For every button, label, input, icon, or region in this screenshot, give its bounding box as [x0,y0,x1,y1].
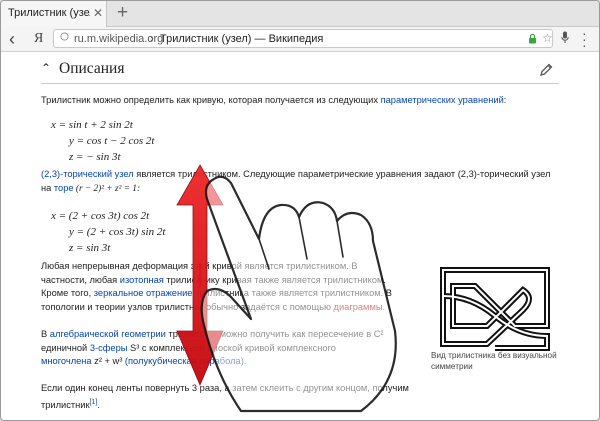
equation-y2: y = (2 + cos 3t) sin 2t [69,226,166,238]
three-sphere-link[interactable]: 3-сферы [90,343,128,353]
microphone-icon[interactable] [561,31,569,44]
semicubical-parabola-link[interactable]: (полукубическая парабола) [125,356,244,366]
new-tab-button[interactable]: + [117,2,128,24]
article-page: ⌃ Описания Трилистник можно определить к… [1,52,599,420]
equation-y1: y = cos t − 2 cos 2t [69,135,155,147]
para5-end: . [97,399,100,410]
browser-menu-icon[interactable]: · · · [582,26,587,52]
para3-line2b: трилистнику кривая также является трилис… [163,274,386,285]
pencil-edit-icon[interactable] [539,63,553,77]
para5-line1: Если один конец ленты повернуть 3 раза, … [41,383,409,393]
mirror-image-link[interactable]: зеркальное отражение [94,288,193,298]
torus-text-2: на [41,182,54,193]
url-page-title: Трилистник (узел) — Википедия [160,33,324,45]
torus-paragraph: (2,3)-торический узел является трилистни… [41,168,561,196]
para4-line2b: S³ с комплексной плоской кривой комплекс… [127,342,336,353]
para3-line4a: топологии и теории узлов трилистник обыч… [41,301,334,312]
para3-line4b: . [382,301,386,312]
ribbon-paragraph: Если один конец ленты повернуть 3 раза, … [41,382,471,412]
algebraic-geometry-link[interactable]: алгебраической геометрии [50,329,166,339]
section-divider [41,83,559,84]
isotopy-link[interactable]: изотопная [120,275,164,285]
para5-line2: трилистник [41,399,90,410]
equation-x2: x = (2 + cos 3t) cos 2t [51,210,150,222]
figure-caption: Вид трилистника без визуальной симметрии [431,351,557,371]
polynomial-link[interactable]: многочлена [41,356,92,366]
diagrams-link[interactable]: диаграммы [334,302,383,312]
torus-text: является трилистником. Следующие парамет… [133,169,551,179]
tab-bar: Трилистник (узел) — ✕ + [1,1,599,27]
bookmark-star-icon[interactable]: ☆ [542,31,553,45]
section-title[interactable]: Описания [59,60,124,78]
equation-x1: x = sin t + 2 sin 2t [51,119,133,131]
intro-paragraph: Трилистник можно определить как кривую, … [41,94,506,108]
yandex-logo[interactable]: Я [34,31,43,47]
browser-window: Трилистник (узел) — ✕ + ‹ Я ru.m.wikiped… [0,0,600,421]
para3-line1: Любая непрерывная деформация этой кривой… [41,261,358,271]
algebraic-paragraph: В алгебраической геометрии трилистник мо… [41,328,421,369]
back-button[interactable]: ‹ [9,29,15,50]
padlock-icon[interactable] [528,33,537,44]
equation-z2: z = sin 3t [69,242,111,254]
intro-end: : [503,95,507,105]
torus-link[interactable]: торе [54,183,74,193]
intro-text: Трилистник можно определить как кривую, … [41,95,381,105]
equation-z1: z = − sin 3t [69,151,121,163]
torus-formula: (r − 2)² + z² = 1: [73,183,141,194]
globe-icon [60,32,69,41]
browser-tab[interactable]: Трилистник (узел) — ✕ [1,1,107,27]
collapse-chevron-icon[interactable]: ⌃ [41,61,51,75]
tab-title: Трилистник (узел) — [8,7,90,19]
para4-line1b: трилистник можно получить как пересечени… [165,329,384,339]
url-separator: › [150,33,154,45]
url-field[interactable]: ru.m.wikipedia.org › Трилистник (узел) —… [53,29,553,48]
para4-line3c: . [243,356,247,367]
torus-knot-link[interactable]: (2,3)-торический узел [41,169,134,179]
para3-line3b: трилистника также является трилистником.… [192,288,393,299]
para4-line3b: z² + w³ [91,356,125,367]
tab-close-icon[interactable]: ✕ [93,6,103,20]
para4-line2a: единичной [41,342,90,353]
trefoil-knot-image[interactable] [431,256,559,356]
parametric-equations-link[interactable]: параметрических уравнений [381,95,504,105]
para3-line3a: Кроме того, [41,288,94,299]
deformation-paragraph: Любая непрерывная деформация этой кривой… [41,260,421,314]
para4-line1a: В [41,329,50,339]
para3-line2a: частности, любая [41,274,120,285]
address-bar: ‹ Я ru.m.wikipedia.org › Трилистник (узе… [1,26,599,52]
